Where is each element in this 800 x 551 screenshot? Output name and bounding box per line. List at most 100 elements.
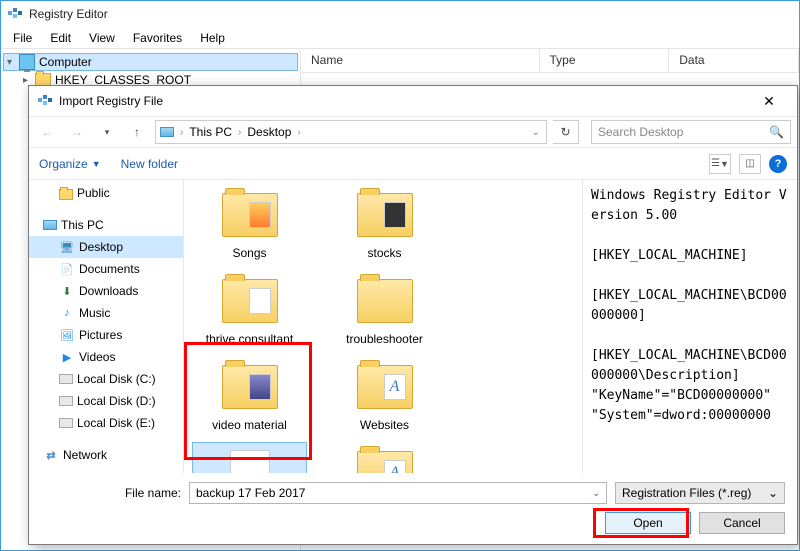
nav-label: Local Disk (E:): [77, 416, 155, 430]
file-list[interactable]: Songs stocks thrive consultant troublesh…: [184, 180, 582, 473]
nav-label: Videos: [79, 350, 115, 364]
nav-drive-e[interactable]: Local Disk (E:): [29, 412, 183, 434]
organize-label: Organize: [39, 157, 88, 171]
menu-edit[interactable]: Edit: [42, 29, 79, 47]
regedit-icon: [37, 93, 53, 109]
nav-label: Documents: [79, 262, 140, 276]
chevron-right-icon[interactable]: ›: [236, 127, 243, 138]
computer-icon: [19, 54, 35, 70]
nav-label: Network: [63, 448, 107, 462]
dialog-footer: File name: backup 17 Feb 2017 ⌄ Registra…: [29, 473, 797, 544]
import-dialog: Import Registry File ✕ ← → ▾ ↑ › This PC…: [28, 85, 798, 545]
network-icon: ⇄: [43, 448, 59, 462]
help-button[interactable]: ?: [769, 155, 787, 173]
drive-icon: [59, 418, 73, 428]
drive-icon: [59, 374, 73, 384]
shortcut-documents[interactable]: A↗ Documents - Shortcut: [327, 442, 442, 473]
menu-favorites[interactable]: Favorites: [125, 29, 190, 47]
nav-label: Downloads: [79, 284, 138, 298]
folder-websites[interactable]: A Websites: [327, 356, 442, 436]
nav-label: Pictures: [79, 328, 122, 342]
forward-button[interactable]: →: [65, 120, 89, 144]
tree-computer[interactable]: ▾ Computer: [3, 53, 298, 71]
nav-label: Local Disk (C:): [77, 372, 156, 386]
close-button[interactable]: ✕: [749, 93, 789, 110]
organize-menu[interactable]: Organize ▼: [39, 157, 101, 171]
col-type[interactable]: Type: [540, 49, 670, 72]
search-box[interactable]: Search Desktop 🔍: [591, 120, 791, 144]
crumb-desktop[interactable]: Desktop: [243, 125, 295, 139]
regedit-icon: [7, 6, 23, 22]
desktop-icon: 🖥: [59, 240, 75, 254]
preview-pane-button[interactable]: ◫: [739, 154, 761, 174]
new-folder-button[interactable]: New folder: [121, 157, 178, 171]
nav-label: This PC: [61, 218, 104, 232]
downloads-icon: ⬇: [59, 284, 75, 298]
back-button[interactable]: ←: [35, 120, 59, 144]
menubar: File Edit View Favorites Help: [1, 27, 799, 49]
nav-desktop[interactable]: 🖥 Desktop: [29, 236, 183, 258]
file-backup-reg[interactable]: backup 17 Feb 2017: [192, 442, 307, 473]
item-label: troubleshooter: [346, 332, 423, 346]
chevron-right-icon[interactable]: ›: [295, 127, 302, 138]
cancel-button[interactable]: Cancel: [699, 512, 785, 534]
nav-videos[interactable]: ▶ Videos: [29, 346, 183, 368]
nav-drive-d[interactable]: Local Disk (D:): [29, 390, 183, 412]
nav-documents[interactable]: 📄Documents: [29, 258, 183, 280]
preview-pane: Windows Registry Editor Version 5.00 [HK…: [582, 180, 797, 473]
menu-file[interactable]: File: [5, 29, 40, 47]
nav-public[interactable]: Public: [29, 182, 183, 204]
open-label: Open: [633, 516, 662, 530]
folder-songs[interactable]: Songs: [192, 184, 307, 264]
toolbar: Organize ▼ New folder ☰ ▼ ◫ ?: [29, 148, 797, 180]
videos-icon: ▶: [59, 350, 75, 364]
up-button[interactable]: ↑: [125, 120, 149, 144]
search-placeholder: Search Desktop: [598, 125, 683, 139]
folder-troubleshooter[interactable]: troubleshooter: [327, 270, 442, 350]
open-button[interactable]: Open: [605, 512, 691, 534]
item-label: stocks: [367, 246, 401, 260]
preview-text: Windows Registry Editor Version 5.00 [HK…: [591, 186, 793, 426]
nav-downloads[interactable]: ⬇ Downloads: [29, 280, 183, 302]
chevron-right-icon[interactable]: ›: [178, 127, 185, 138]
crumb-thispc[interactable]: This PC: [185, 125, 236, 139]
view-mode-button[interactable]: ☰ ▼: [709, 154, 731, 174]
breadcrumb[interactable]: › This PC › Desktop › ⌄: [155, 120, 547, 144]
filetype-select[interactable]: Registration Files (*.reg) ⌄: [615, 482, 785, 504]
recent-locations-button[interactable]: ▾: [95, 120, 119, 144]
folder-icon: [59, 189, 73, 200]
tree-root-label: Computer: [39, 55, 92, 69]
nav-pictures[interactable]: 🖼 Pictures: [29, 324, 183, 346]
dialog-title: Import Registry File: [59, 94, 163, 108]
nav-thispc[interactable]: This PC: [29, 214, 183, 236]
drive-icon: [59, 396, 73, 406]
chevron-down-icon: ▼: [92, 159, 101, 169]
filename-input[interactable]: backup 17 Feb 2017 ⌄: [189, 482, 607, 504]
folder-thrive[interactable]: thrive consultant: [192, 270, 307, 350]
col-name[interactable]: Name: [301, 49, 540, 72]
music-icon: ♪: [59, 306, 75, 320]
chevron-down-icon[interactable]: ⌄: [592, 488, 600, 499]
chevron-down-icon[interactable]: ⌄: [768, 486, 778, 500]
nav-label: Public: [77, 186, 110, 200]
item-label: Songs: [232, 246, 266, 260]
folder-stocks[interactable]: stocks: [327, 184, 442, 264]
pictures-icon: 🖼: [59, 328, 75, 342]
menu-help[interactable]: Help: [192, 29, 233, 47]
titlebar: Registry Editor: [1, 1, 799, 27]
nav-network[interactable]: ⇄ Network: [29, 444, 183, 466]
refresh-button[interactable]: ↻: [553, 120, 579, 144]
list-header: Name Type Data: [301, 49, 799, 73]
nav-pane[interactable]: Public This PC 🖥 Desktop 📄Documents ⬇ Down…: [29, 180, 184, 473]
chevron-down-icon[interactable]: ⌄: [530, 127, 542, 138]
nav-drive-c[interactable]: Local Disk (C:): [29, 368, 183, 390]
nav-music[interactable]: ♪Music: [29, 302, 183, 324]
menu-view[interactable]: View: [81, 29, 123, 47]
nav-label: Desktop: [79, 240, 123, 254]
folder-video-material[interactable]: video material: [192, 356, 307, 436]
item-label: video material: [212, 418, 287, 432]
col-data[interactable]: Data: [669, 49, 799, 72]
filename-label: File name:: [41, 486, 181, 500]
item-label: thrive consultant: [206, 332, 293, 346]
chevron-down-icon: ▼: [720, 159, 729, 169]
